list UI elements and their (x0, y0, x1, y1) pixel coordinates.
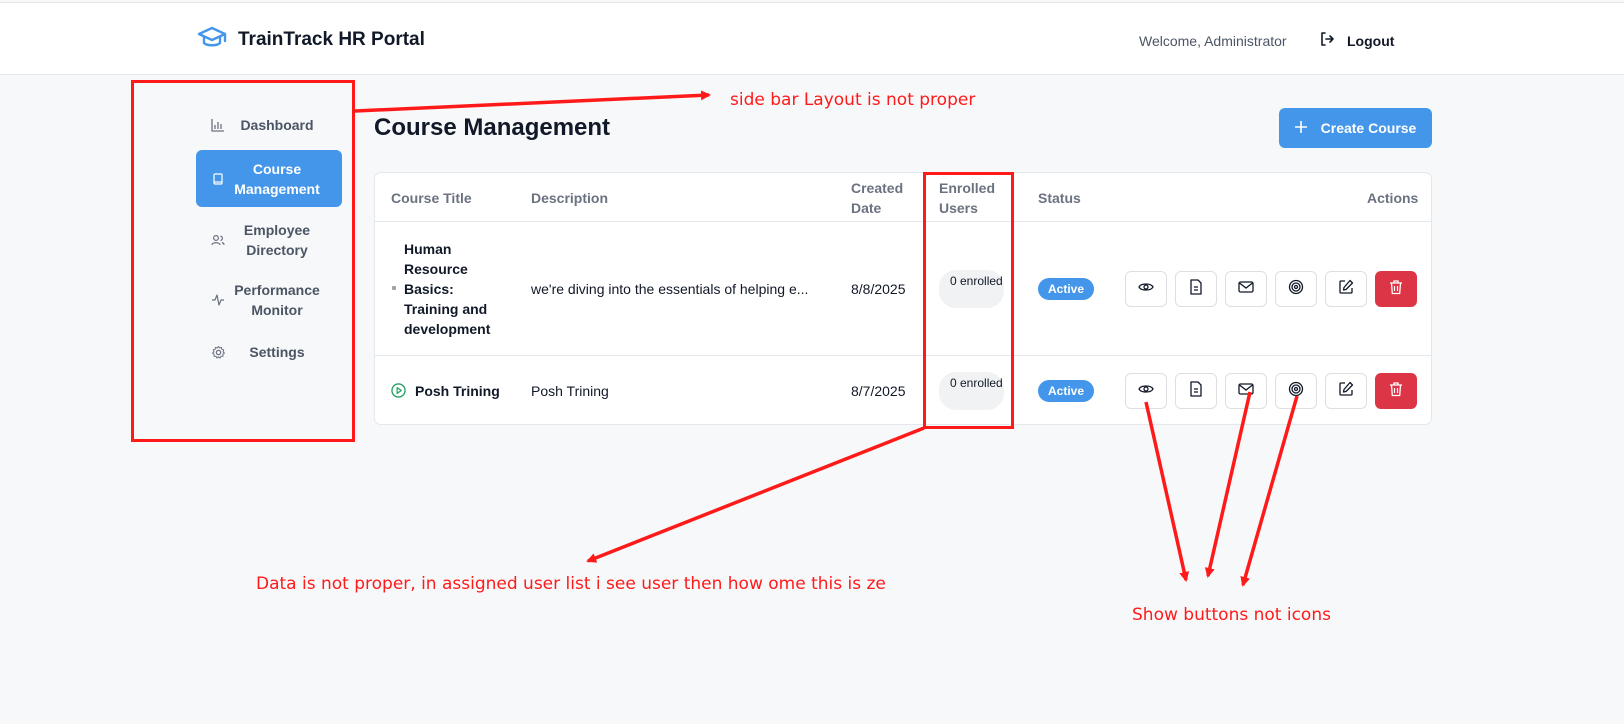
column-header-created-date: Created Date (851, 180, 904, 216)
graduation-cap-icon (197, 25, 227, 54)
annotation-enrolled-box (923, 172, 1014, 429)
plus-icon (1294, 120, 1307, 136)
course-title: Human Resource Basics: Training and deve… (404, 241, 491, 337)
edit-icon (1338, 381, 1354, 402)
logout-icon (1319, 31, 1335, 50)
status-badge: Active (1038, 380, 1094, 402)
course-description: Posh Trining (531, 383, 609, 399)
view-button[interactable] (1125, 373, 1167, 409)
annotation-data-note: Data is not proper, in assigned user lis… (256, 574, 886, 594)
eye-icon (1138, 279, 1154, 300)
table-header: Course Title Description Created Date En… (375, 173, 1431, 222)
document-button[interactable] (1175, 271, 1217, 307)
column-header-description: Description (531, 190, 609, 206)
annotation-sidebar-note: side bar Layout is not proper (730, 90, 976, 110)
annotation-arrow-sidebar (354, 90, 711, 113)
status-badge: Active (1038, 278, 1094, 300)
delete-button[interactable] (1375, 271, 1417, 307)
created-date: 8/8/2025 (851, 281, 906, 297)
view-button[interactable] (1125, 271, 1167, 307)
edit-button[interactable] (1325, 373, 1367, 409)
play-circle-icon (391, 383, 406, 403)
course-table: Course Title Description Created Date En… (374, 172, 1432, 425)
document-icon (1189, 380, 1203, 402)
email-button[interactable] (1225, 373, 1267, 409)
logout-button[interactable]: Logout (1319, 31, 1394, 50)
eye-icon (1138, 381, 1154, 402)
mail-icon (1238, 280, 1254, 299)
trash-icon (1389, 279, 1403, 300)
column-header-status: Status (1038, 190, 1081, 206)
email-button[interactable] (1225, 271, 1267, 307)
brand[interactable]: TrainTrack HR Portal (197, 25, 425, 54)
top-navbar: TrainTrack HR Portal Welcome, Administra… (0, 2, 1624, 75)
brand-title: TrainTrack HR Portal (238, 28, 425, 50)
page-title: Course Management (374, 114, 611, 141)
created-date: 8/7/2025 (851, 383, 906, 399)
row-actions (1125, 271, 1417, 307)
delete-button[interactable] (1375, 373, 1417, 409)
target-button[interactable] (1275, 271, 1317, 307)
trash-icon (1389, 381, 1403, 402)
create-course-label: Create Course (1320, 120, 1417, 136)
column-header-course-title: Course Title (391, 190, 472, 206)
course-description: we're diving into the essentials of help… (531, 281, 809, 297)
target-icon (1288, 381, 1304, 402)
create-course-button[interactable]: Create Course (1279, 108, 1432, 148)
edit-icon (1338, 279, 1354, 300)
mail-icon (1238, 382, 1254, 401)
table-row: Posh Trining Posh Trining 8/7/2025 0 enr… (375, 356, 1431, 424)
annotation-arrow-buttons-1 (1144, 401, 1190, 582)
annotation-buttons-note: Show buttons not icons (1132, 605, 1331, 625)
row-indicator-icon (392, 286, 396, 290)
edit-button[interactable] (1325, 271, 1367, 307)
annotation-sidebar-box (131, 80, 355, 442)
target-button[interactable] (1275, 373, 1317, 409)
course-title: Posh Trining (415, 383, 500, 399)
welcome-text: Welcome, Administrator (1139, 33, 1287, 49)
document-button[interactable] (1175, 373, 1217, 409)
table-row: Human Resource Basics: Training and deve… (375, 222, 1431, 356)
logout-label: Logout (1347, 32, 1395, 49)
document-icon (1189, 278, 1203, 300)
target-icon (1288, 279, 1304, 300)
annotation-arrow-data (586, 426, 925, 563)
row-actions (1125, 373, 1417, 409)
column-header-actions: Actions (1367, 190, 1419, 206)
